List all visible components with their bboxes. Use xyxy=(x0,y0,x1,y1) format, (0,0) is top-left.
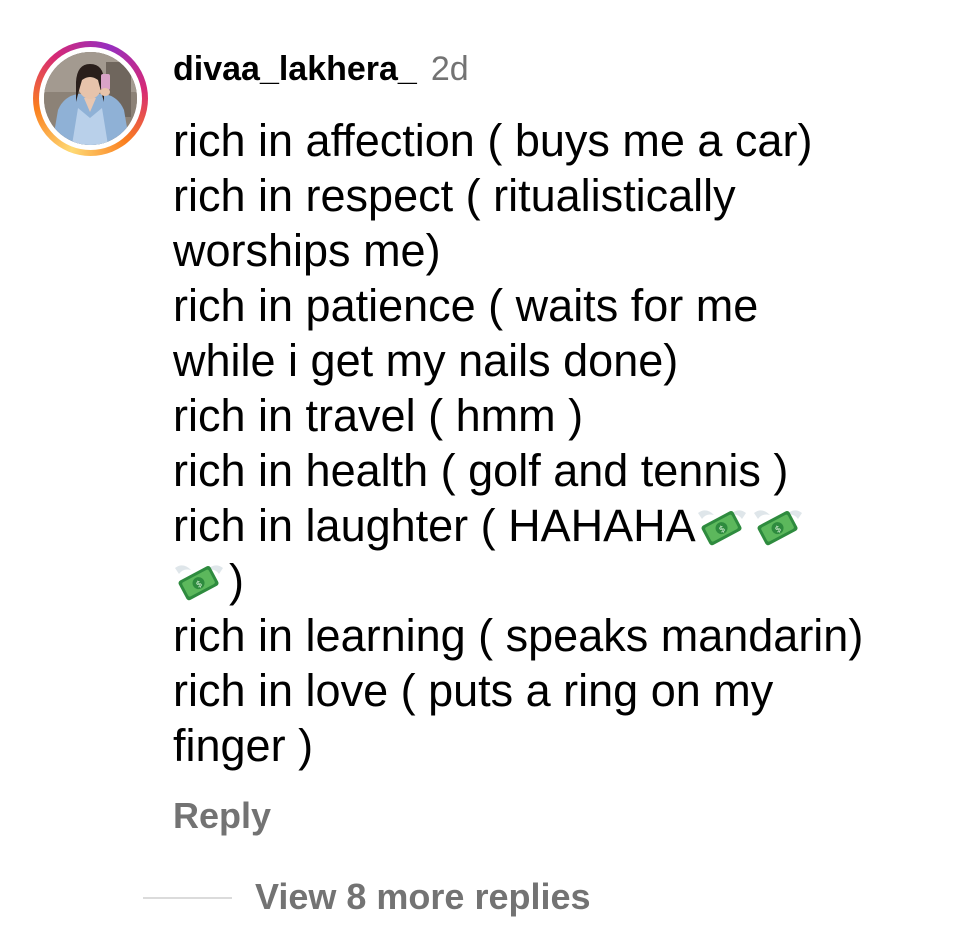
view-more-replies-button[interactable]: View 8 more replies xyxy=(255,876,591,918)
comment-line: rich in patience ( waits for me xyxy=(173,280,759,331)
comment-line: while i get my nails done) xyxy=(173,335,679,386)
avatar-photo xyxy=(44,52,137,145)
comment-line-with-emoji: rich in laughter ( HAHAHA $ $ xyxy=(173,498,953,553)
money-with-wings-icon: $ xyxy=(696,504,748,546)
money-with-wings-icon: $ xyxy=(173,559,225,601)
money-with-wings-icon: $ xyxy=(752,504,804,546)
comment-line-text: ) xyxy=(229,555,244,606)
comment-line: rich in respect ( ritualistically xyxy=(173,170,736,221)
avatar[interactable] xyxy=(33,41,148,156)
profile-photo-icon xyxy=(44,52,137,145)
comment-timestamp: 2d xyxy=(430,50,469,88)
comment-line: rich in travel ( hmm ) xyxy=(173,390,584,441)
comment-line: worships me) xyxy=(173,225,441,276)
comment-line: rich in love ( puts a ring on my xyxy=(173,665,774,716)
comment-line: rich in health ( golf and tennis ) xyxy=(173,445,789,496)
comment-line: rich in affection ( buys me a car) xyxy=(173,115,813,166)
comment-line: rich in learning ( speaks mandarin) xyxy=(173,610,864,661)
username-link[interactable]: divaa_lakhera_ xyxy=(173,50,417,89)
comment-line-text: rich in laughter ( HAHAHA xyxy=(173,500,696,551)
comment: divaa_lakhera_ 2d rich in affection ( bu… xyxy=(0,0,960,929)
comment-header: divaa_lakhera_ 2d xyxy=(173,50,469,94)
comment-line-with-emoji: $) xyxy=(173,553,953,608)
reply-button[interactable]: Reply xyxy=(173,795,271,837)
replies-divider xyxy=(143,897,232,899)
comment-line: finger ) xyxy=(173,720,314,771)
comment-text: rich in affection ( buys me a car) rich … xyxy=(173,113,953,773)
